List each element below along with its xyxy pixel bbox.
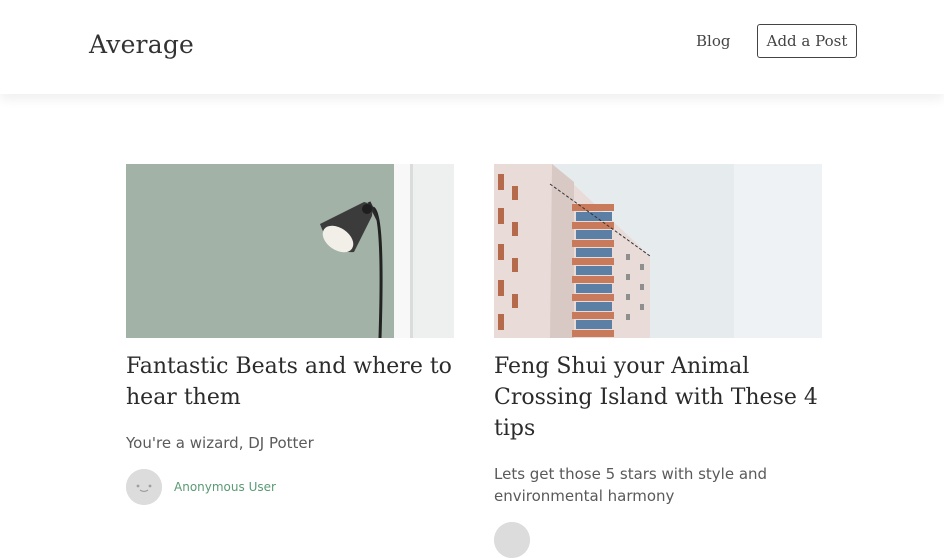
post-title[interactable]: Feng Shui your Animal Crossing Island wi…: [494, 351, 822, 444]
avatar: [126, 469, 162, 505]
avatar-face-icon: [494, 522, 530, 558]
post-card[interactable]: Feng Shui your Animal Crossing Island wi…: [494, 164, 822, 558]
post-excerpt: Lets get those 5 stars with style and en…: [494, 465, 768, 505]
author-name[interactable]: Anonymous User: [174, 480, 276, 494]
nav-blog-link[interactable]: Blog: [696, 32, 730, 50]
post-image-building[interactable]: [494, 164, 822, 338]
site-header: Average Blog Add a Post: [0, 0, 944, 94]
post-excerpt: You're a wizard, DJ Potter: [126, 434, 314, 452]
avatar: [494, 522, 530, 558]
post-author[interactable]: Anonymous User: [126, 469, 454, 505]
add-post-button[interactable]: Add a Post: [757, 24, 857, 58]
site-logo[interactable]: Average: [89, 30, 194, 59]
post-author[interactable]: [494, 522, 822, 558]
post-image-lamp[interactable]: [126, 164, 454, 338]
post-card[interactable]: Fantastic Beats and where to hear them Y…: [126, 164, 454, 505]
post-title[interactable]: Fantastic Beats and where to hear them: [126, 351, 454, 413]
avatar-face-icon: [126, 469, 162, 505]
